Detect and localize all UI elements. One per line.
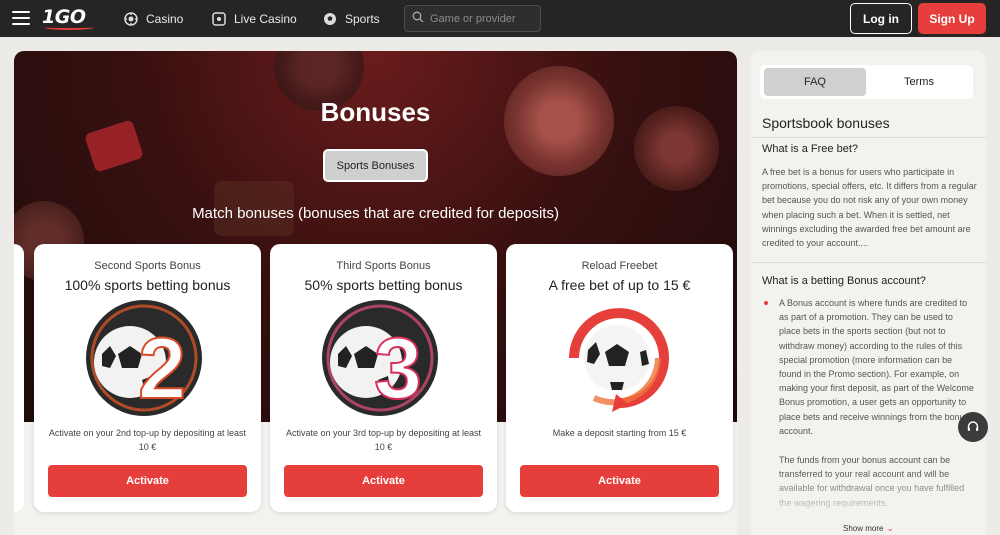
activate-button[interactable]: Activate (284, 465, 483, 497)
tab-terms[interactable]: Terms (868, 68, 970, 96)
bonus-card-third-sports: Third Sports Bonus 50% sports betting bo… (270, 244, 497, 512)
section-heading: Match bonuses (bonuses that are credited… (192, 205, 559, 222)
soccer-ball-icon (323, 12, 337, 26)
activate-button[interactable]: Activate (48, 465, 247, 497)
faq-panel: FAQ Terms Sportsbook bonuses What is a F… (751, 51, 986, 535)
soccer-ball-badge-icon: 2 (86, 300, 202, 418)
nav-sports[interactable]: Sports (323, 0, 380, 37)
bonus-title: A free bet of up to 15 € (548, 277, 691, 293)
chevron-down-icon: ⌄ (886, 523, 894, 533)
headset-icon (967, 421, 979, 431)
search-box[interactable] (404, 5, 541, 32)
divider (751, 137, 986, 138)
nav-sports-label: Sports (345, 11, 380, 26)
page-title: Bonuses (320, 97, 431, 127)
faq-question[interactable]: What is a betting Bonus account? (762, 275, 926, 287)
bonuses-panel: Bonuses Sports Bonuses Match bonuses (bo… (14, 51, 737, 535)
signup-button[interactable]: Sign Up (918, 3, 986, 34)
bonus-label: Third Sports Bonus (336, 260, 431, 272)
svg-text:3: 3 (374, 321, 422, 417)
bonus-description: Activate on your 3rd top-up by depositin… (285, 428, 482, 452)
bonus-card-reload-freebet: Reload Freebet A free bet of up to 15 € … (506, 244, 733, 512)
bonus-title: 100% sports betting bonus (64, 277, 231, 293)
support-chat-button[interactable] (958, 412, 988, 442)
nav-live-casino[interactable]: Live Casino (212, 0, 297, 37)
faq-tabs: FAQ Terms (760, 65, 973, 99)
nav-casino[interactable]: Casino (124, 0, 183, 37)
svg-text:2: 2 (138, 321, 186, 417)
live-casino-icon (212, 11, 226, 26)
brand-logo[interactable]: 1GO (42, 6, 96, 30)
tab-sports-bonuses[interactable]: Sports Bonuses (323, 149, 428, 182)
nav-live-casino-label: Live Casino (234, 11, 297, 26)
bullet-icon (764, 301, 768, 305)
logo-swoosh (44, 25, 94, 30)
faq-question[interactable]: What is a Free bet? (762, 143, 858, 155)
bonus-card-second-sports: Second Sports Bonus 100% sports betting … (34, 244, 261, 512)
casino-chip-icon (124, 11, 138, 26)
divider (751, 262, 986, 263)
top-bar: 1GO Casino Live Casino Sports Log in Sig… (0, 0, 1000, 37)
search-input[interactable] (430, 12, 535, 25)
bonus-description: Make a deposit starting from 15 € (552, 428, 687, 438)
faq-answer: A free bet is a bonus for users who part… (762, 167, 977, 249)
nav-casino-label: Casino (146, 11, 184, 26)
show-more-label: Show more (842, 524, 884, 533)
bonus-title: 50% sports betting bonus (304, 277, 463, 293)
soccer-ball-refresh-icon (569, 308, 669, 412)
login-button[interactable]: Log in (850, 3, 912, 34)
soccer-ball-badge-icon: 3 (322, 300, 438, 418)
faq-heading: Sportsbook bonuses (762, 115, 890, 131)
bonus-card-partial (14, 244, 24, 512)
bonus-label: Second Sports Bonus (94, 260, 201, 272)
tab-faq[interactable]: FAQ (764, 68, 866, 96)
show-more-button[interactable]: Show more ⌄ (751, 523, 986, 534)
activate-button[interactable]: Activate (520, 465, 719, 497)
search-icon (412, 10, 424, 28)
faq-answer: A Bonus account is where funds are credi… (779, 298, 974, 436)
menu-icon[interactable] (12, 11, 30, 25)
fade-overlay (751, 471, 986, 521)
bonus-label: Reload Freebet (581, 260, 658, 272)
bonus-description: Activate on your 2nd top-up by depositin… (48, 428, 247, 452)
